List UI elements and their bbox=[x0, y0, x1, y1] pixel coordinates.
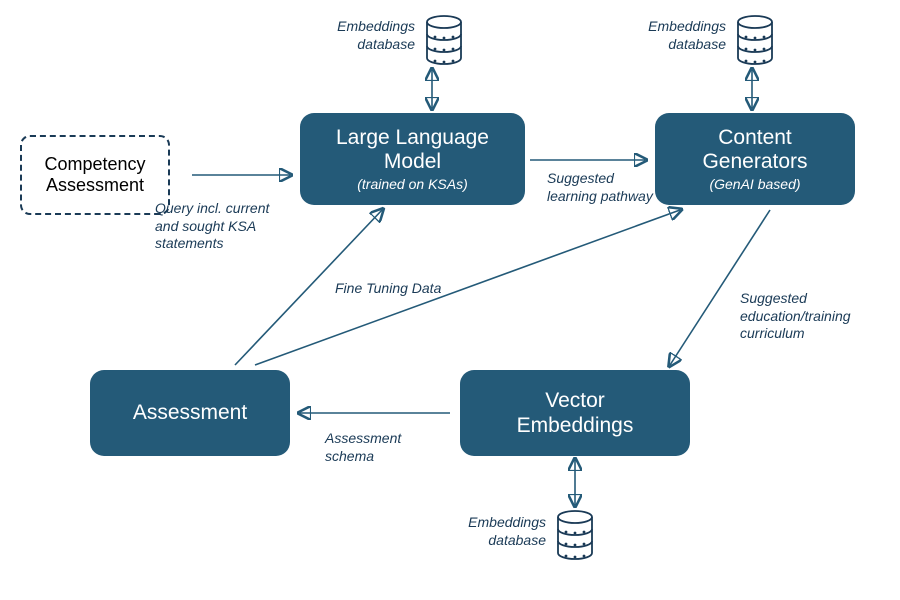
db-label-top-left: Embeddings database bbox=[305, 18, 415, 53]
db-label-top-right: Embeddings database bbox=[616, 18, 726, 53]
llm-title: Large Language Model bbox=[308, 126, 517, 174]
vector-label: VectorEmbeddings bbox=[517, 388, 634, 438]
content-subtitle: (GenAI based) bbox=[709, 176, 800, 192]
embeddings-db-top-left bbox=[425, 15, 463, 65]
competency-assessment-node: Competency Assessment bbox=[20, 135, 170, 215]
embeddings-db-bottom bbox=[556, 510, 594, 560]
llm-node: Large Language Model (trained on KSAs) bbox=[300, 113, 525, 205]
assessment-label: Assessment bbox=[133, 401, 247, 425]
arrow-label-curriculum: Suggested education/training curriculum bbox=[740, 290, 870, 343]
arrow-label-query: Query incl. current and sought KSA state… bbox=[155, 200, 295, 253]
embeddings-db-top-right bbox=[736, 15, 774, 65]
arrow-label-schema: Assessment schema bbox=[325, 430, 445, 465]
vector-embeddings-node: VectorEmbeddings bbox=[460, 370, 690, 456]
content-title: Content Generators bbox=[663, 126, 847, 174]
arrow-label-finetune: Fine Tuning Data bbox=[335, 280, 495, 298]
arrow-label-pathway: Suggested learning pathway bbox=[547, 170, 657, 205]
assessment-node: Assessment bbox=[90, 370, 290, 456]
db-label-bottom: Embeddings database bbox=[436, 514, 546, 549]
competency-assessment-label: Competency Assessment bbox=[32, 154, 158, 196]
llm-subtitle: (trained on KSAs) bbox=[357, 176, 468, 192]
content-generators-node: Content Generators (GenAI based) bbox=[655, 113, 855, 205]
